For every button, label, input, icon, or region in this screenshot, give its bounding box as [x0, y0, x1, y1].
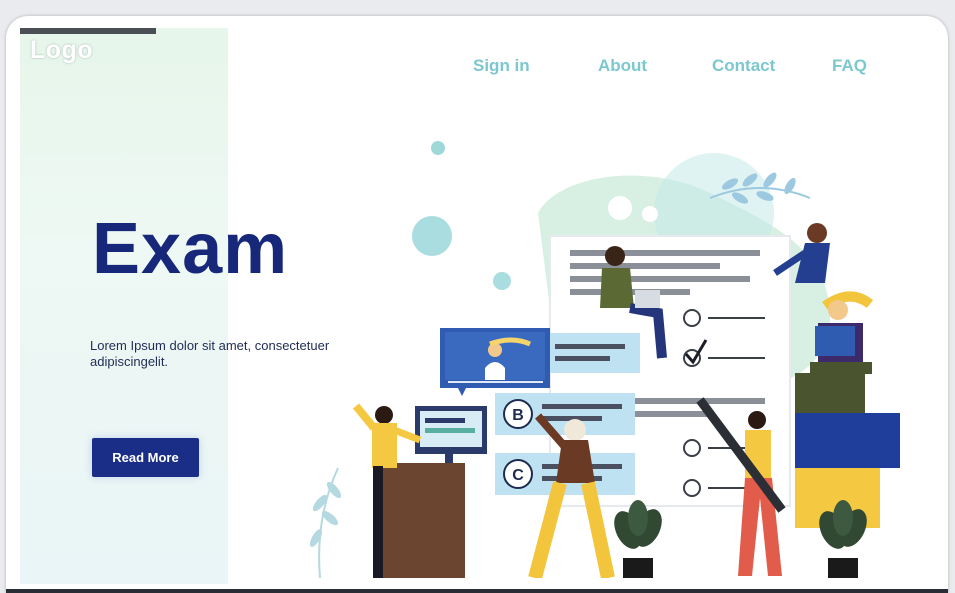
nav-faq[interactable]: FAQ	[832, 56, 867, 76]
logo[interactable]: Logo	[30, 36, 93, 65]
bottom-border	[6, 589, 948, 593]
decor-bubble	[431, 141, 445, 155]
page-title: Exam	[92, 209, 289, 289]
nav-contact[interactable]: Contact	[712, 56, 775, 76]
hero-left-panel	[20, 28, 228, 584]
nav-sign-in[interactable]: Sign in	[473, 56, 530, 76]
answer-card-a	[545, 333, 640, 373]
landing-page: Logo Sign in About Contact FAQ Exam Lore…	[20, 28, 940, 584]
browser-frame: Logo Sign in About Contact FAQ Exam Lore…	[6, 16, 948, 593]
answer-marker-b: B	[512, 407, 524, 424]
top-accent-bar	[20, 28, 156, 34]
decor-bubble	[642, 206, 658, 222]
answer-marker-c: C	[512, 467, 524, 484]
read-more-button[interactable]: Read More	[92, 438, 199, 477]
leaf-decor-icon	[309, 467, 342, 578]
desk	[380, 463, 465, 578]
nav-about[interactable]: About	[598, 56, 647, 76]
decor-bubble	[608, 196, 632, 220]
computer-monitor	[415, 406, 487, 464]
video-player	[440, 328, 550, 396]
exam-illustration: B C	[309, 141, 900, 578]
decor-bubble	[412, 216, 452, 256]
potted-plant-icon	[614, 500, 662, 578]
decor-bubble	[493, 272, 511, 290]
